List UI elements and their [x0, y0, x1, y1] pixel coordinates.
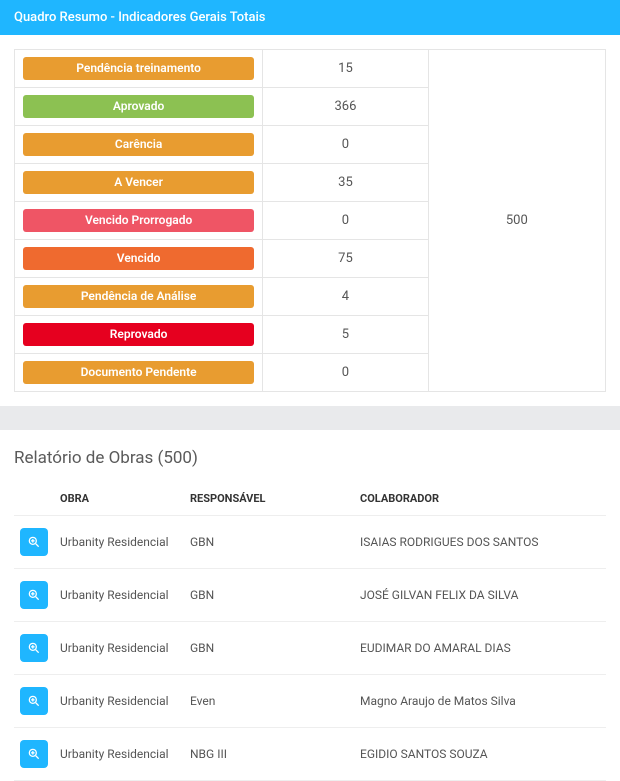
- row-action-cell: [14, 622, 54, 675]
- indicator-total: 500: [428, 50, 605, 392]
- indicator-value: 0: [263, 354, 428, 392]
- cell-colaborador: ISAIAS RODRIGUES DOS SANTOS: [354, 516, 606, 569]
- zoom-in-icon[interactable]: [20, 634, 48, 662]
- indicator-label-cell: Carência: [15, 126, 263, 164]
- report-section: Relatório de Obras (500) OBRA RESPONSÁVE…: [0, 430, 620, 781]
- cell-responsavel: GBN: [184, 569, 354, 622]
- table-row: Urbanity ResidencialGBNISAIAS RODRIGUES …: [14, 516, 606, 569]
- zoom-in-icon[interactable]: [20, 581, 48, 609]
- report-title: Relatório de Obras (500): [14, 448, 606, 468]
- cell-responsavel: GBN: [184, 622, 354, 675]
- row-action-cell: [14, 728, 54, 781]
- col-obra: OBRA: [54, 482, 184, 516]
- indicator-label-cell: Reprovado: [15, 316, 263, 354]
- indicator-pill: Vencido Prorrogado: [23, 209, 254, 231]
- indicator-row: Pendência treinamento15500: [15, 50, 606, 88]
- row-action-cell: [14, 516, 54, 569]
- row-action-cell: [14, 569, 54, 622]
- indicator-label-cell: Pendência treinamento: [15, 50, 263, 88]
- indicator-pill: Aprovado: [23, 95, 254, 117]
- col-colaborador: COLABORADOR: [354, 482, 606, 516]
- indicator-value: 5: [263, 316, 428, 354]
- indicator-label-cell: Vencido Prorrogado: [15, 202, 263, 240]
- indicator-value: 15: [263, 50, 428, 88]
- col-action: [14, 482, 54, 516]
- cell-obra: Urbanity Residencial: [54, 622, 184, 675]
- cell-colaborador: JOSÉ GILVAN FELIX DA SILVA: [354, 569, 606, 622]
- indicator-value: 366: [263, 88, 428, 126]
- cell-obra: Urbanity Residencial: [54, 569, 184, 622]
- indicator-pill: Pendência treinamento: [23, 57, 254, 79]
- cell-responsavel: GBN: [184, 516, 354, 569]
- cell-obra: Urbanity Residencial: [54, 516, 184, 569]
- indicator-label-cell: Aprovado: [15, 88, 263, 126]
- cell-obra: Urbanity Residencial: [54, 675, 184, 728]
- table-row: Urbanity ResidencialEvenMagno Araujo de …: [14, 675, 606, 728]
- table-row: Urbanity ResidencialNBG IIIEGIDIO SANTOS…: [14, 728, 606, 781]
- zoom-in-icon[interactable]: [20, 528, 48, 556]
- indicator-pill: Documento Pendente: [23, 361, 254, 383]
- indicator-pill: Vencido: [23, 247, 254, 269]
- cell-obra: Urbanity Residencial: [54, 728, 184, 781]
- table-row: Urbanity ResidencialGBNJOSÉ GILVAN FELIX…: [14, 569, 606, 622]
- panel-body: Pendência treinamento15500Aprovado366Car…: [0, 35, 620, 406]
- cell-colaborador: EUDIMAR DO AMARAL DIAS: [354, 622, 606, 675]
- indicator-pill: Pendência de Análise: [23, 285, 254, 307]
- zoom-in-icon[interactable]: [20, 740, 48, 768]
- indicator-label-cell: A Vencer: [15, 164, 263, 202]
- summary-panel: Quadro Resumo - Indicadores Gerais Totai…: [0, 0, 620, 406]
- cell-colaborador: Magno Araujo de Matos Silva: [354, 675, 606, 728]
- table-row: Urbanity ResidencialGBNEUDIMAR DO AMARAL…: [14, 622, 606, 675]
- indicators-table: Pendência treinamento15500Aprovado366Car…: [14, 49, 606, 392]
- indicator-pill: Carência: [23, 133, 254, 155]
- indicator-pill: Reprovado: [23, 323, 254, 345]
- indicator-pill: A Vencer: [23, 171, 254, 193]
- zoom-in-icon[interactable]: [20, 687, 48, 715]
- indicator-label-cell: Pendência de Análise: [15, 278, 263, 316]
- report-table: OBRA RESPONSÁVEL COLABORADOR Urbanity Re…: [14, 482, 606, 781]
- indicator-value: 35: [263, 164, 428, 202]
- indicator-label-cell: Documento Pendente: [15, 354, 263, 392]
- indicator-value: 4: [263, 278, 428, 316]
- col-responsavel: RESPONSÁVEL: [184, 482, 354, 516]
- indicator-value: 75: [263, 240, 428, 278]
- panel-title: Quadro Resumo - Indicadores Gerais Totai…: [0, 0, 620, 35]
- indicator-value: 0: [263, 202, 428, 240]
- cell-colaborador: EGIDIO SANTOS SOUZA: [354, 728, 606, 781]
- indicator-label-cell: Vencido: [15, 240, 263, 278]
- indicator-value: 0: [263, 126, 428, 164]
- cell-responsavel: Even: [184, 675, 354, 728]
- row-action-cell: [14, 675, 54, 728]
- cell-responsavel: NBG III: [184, 728, 354, 781]
